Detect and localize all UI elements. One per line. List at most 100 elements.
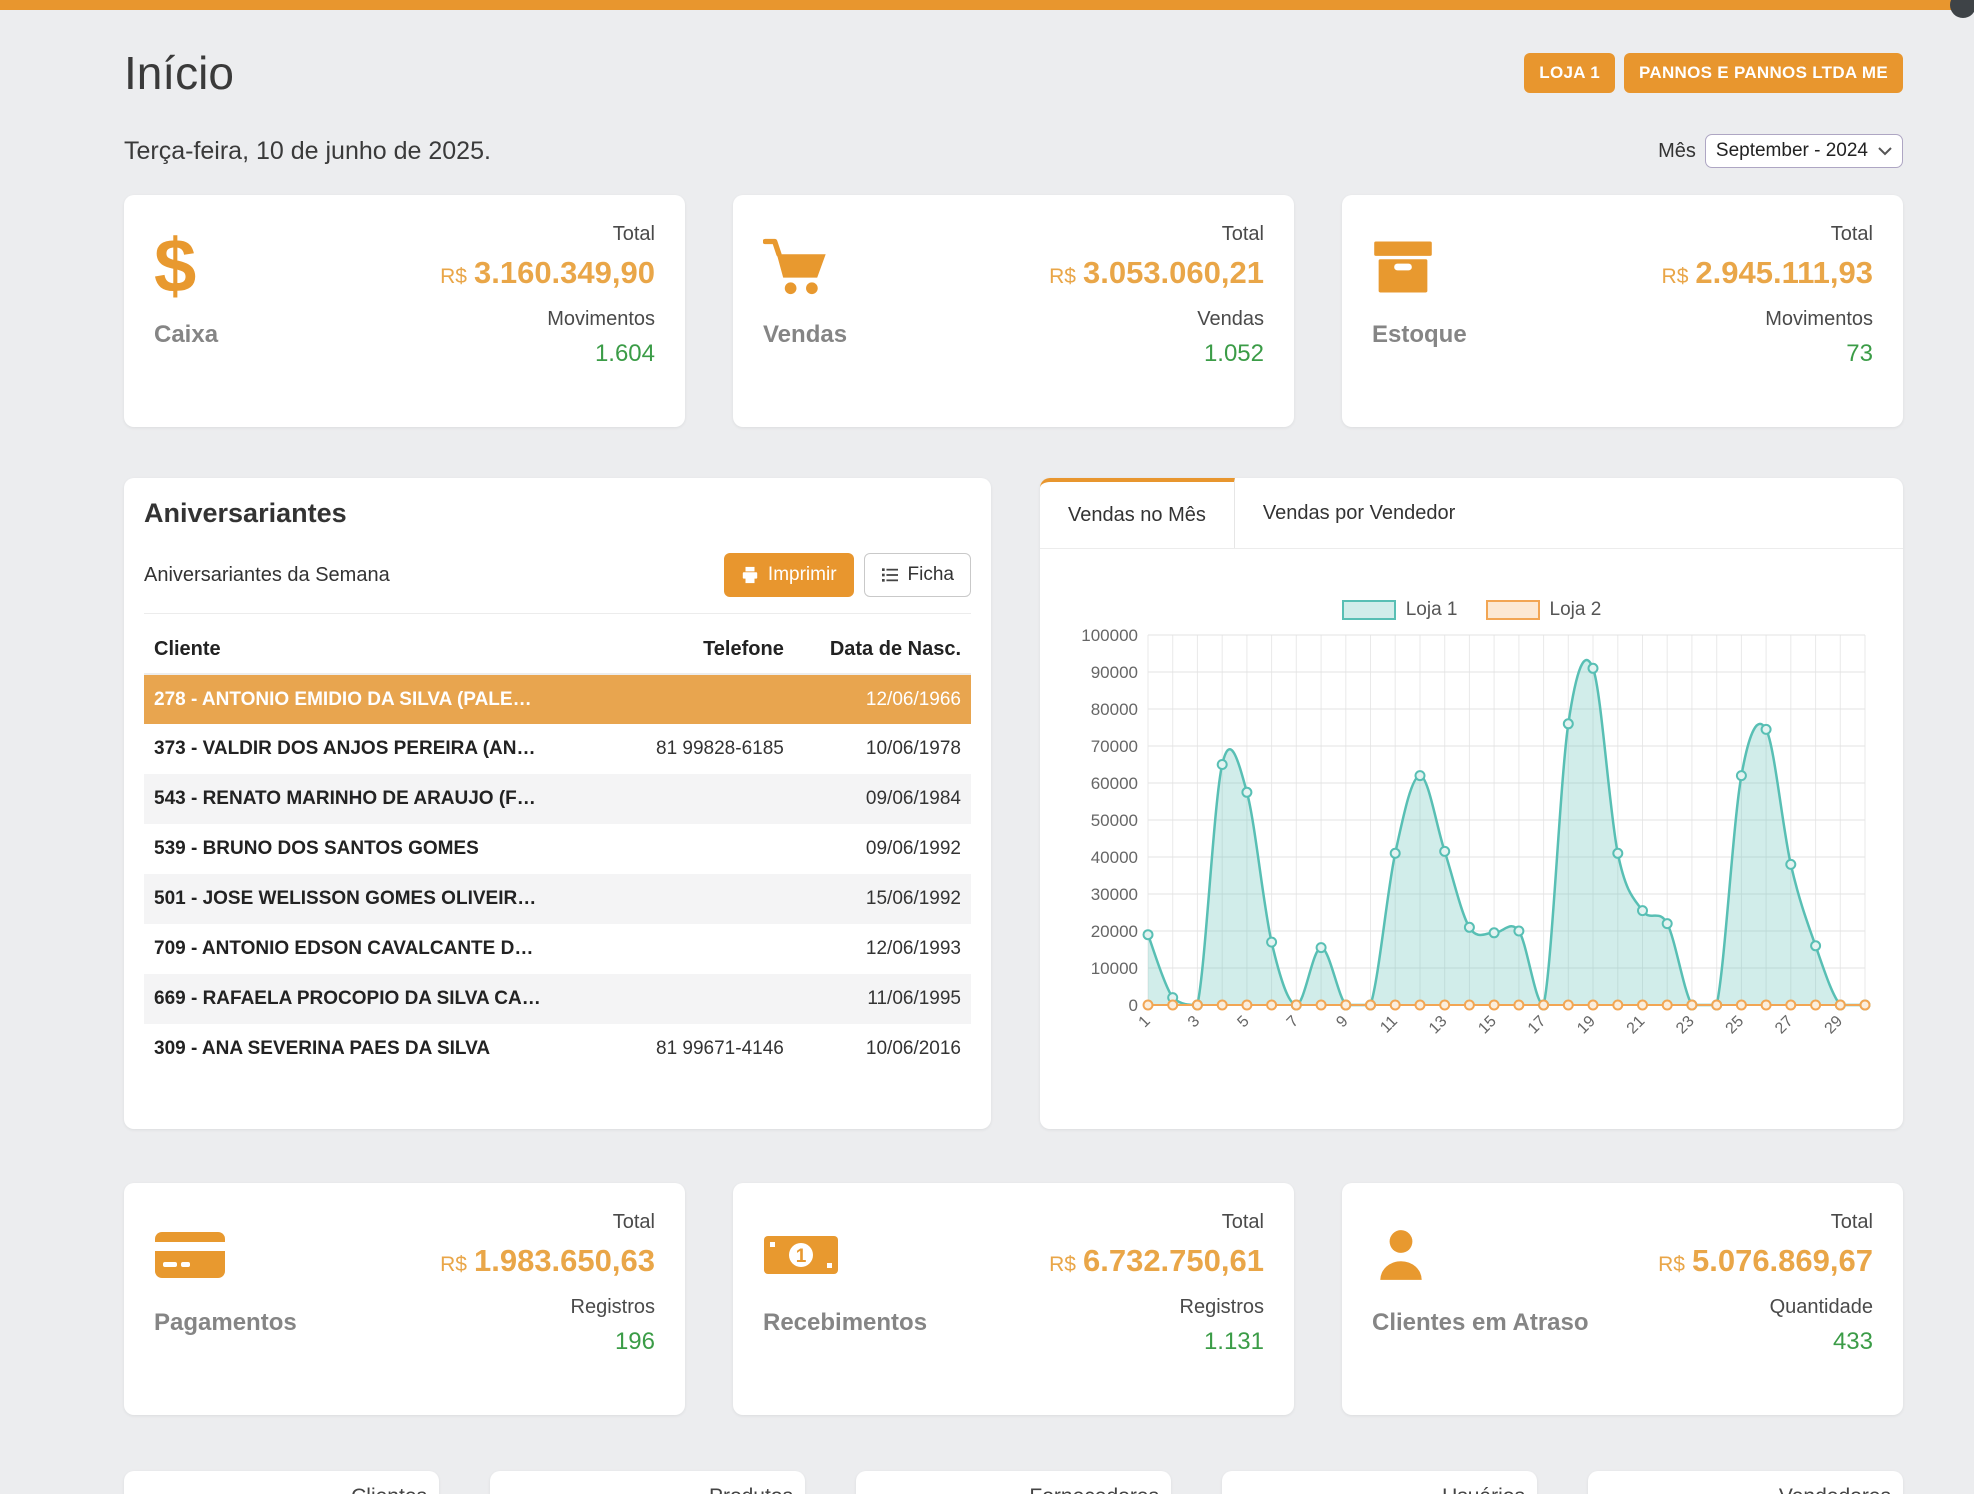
summary-row-bottom: Pagamentos Total R$ 1.983.650,63 Registro…: [124, 1183, 1903, 1415]
table-row[interactable]: 543 - RENATO MARINHO DE ARAUJO (F… 09/06…: [144, 774, 971, 824]
legend-swatch-loja2: [1486, 600, 1540, 620]
column-header-data-nasc: Data de Nasc.: [794, 626, 971, 674]
birthdate-cell: 10/06/1978: [794, 724, 971, 774]
mini-card-clientes: Clientes: [124, 1471, 439, 1494]
table-row[interactable]: 309 - ANA SEVERINA PAES DA SILVA 81 9967…: [144, 1024, 971, 1074]
svg-text:29: 29: [1822, 1013, 1847, 1038]
print-button[interactable]: Imprimir: [724, 553, 854, 597]
svg-text:19: 19: [1574, 1013, 1599, 1038]
svg-text:90000: 90000: [1091, 663, 1138, 682]
total-label: Total: [613, 223, 655, 246]
phone-cell: [621, 874, 794, 924]
client-cell: 278 - ANTONIO EMIDIO DA SILVA (PALE…: [144, 674, 621, 724]
table-row[interactable]: 709 - ANTONIO EDSON CAVALCANTE D… 12/06/…: [144, 924, 971, 974]
record-button[interactable]: Ficha: [864, 553, 971, 597]
phone-cell: [621, 924, 794, 974]
cash-icon: $: [154, 223, 218, 311]
table-row[interactable]: 373 - VALDIR DOS ANJOS PEREIRA (AN… 81 9…: [144, 724, 971, 774]
svg-text:40000: 40000: [1091, 848, 1138, 867]
store-badge[interactable]: LOJA 1: [1524, 53, 1615, 93]
birthdays-table: Cliente Telefone Data de Nasc. 278 - ANT…: [144, 626, 971, 1074]
birthdate-cell: 12/06/1993: [794, 924, 971, 974]
metric-label: Vendas: [1197, 308, 1264, 331]
person-icon: [1372, 1211, 1589, 1299]
client-cell: 539 - BRUNO DOS SANTOS GOMES: [144, 824, 621, 874]
sales-chart: 0100002000030000400005000060000700008000…: [1064, 627, 1879, 1059]
table-row[interactable]: 539 - BRUNO DOS SANTOS GOMES 09/06/1992: [144, 824, 971, 874]
metric-value: 1.604: [595, 340, 655, 368]
stat-card-name: Vendas: [763, 321, 847, 349]
svg-text:13: 13: [1426, 1013, 1451, 1038]
credit-card-icon: [154, 1211, 297, 1299]
svg-text:9: 9: [1333, 1013, 1351, 1031]
metric-label: Registros: [1180, 1296, 1264, 1319]
svg-text:15: 15: [1475, 1013, 1500, 1038]
svg-text:80000: 80000: [1091, 700, 1138, 719]
svg-text:0: 0: [1129, 996, 1138, 1015]
birthdate-cell: 15/06/1992: [794, 874, 971, 924]
stat-card-vendas: Vendas Total R$3.053.060,21 Vendas 1.052: [733, 195, 1294, 427]
mini-card-label: Produtos: [709, 1485, 793, 1494]
birthdays-panel: Aniversariantes Aniversariantes da Seman…: [124, 478, 991, 1129]
client-cell: 501 - JOSE WELISSON GOMES OLIVEIR…: [144, 874, 621, 924]
tab-vendas-por-vendedor[interactable]: Vendas por Vendedor: [1235, 478, 1483, 548]
metric-label: Movimentos: [547, 308, 655, 331]
stat-card-name: Estoque: [1372, 321, 1467, 349]
total-label: Total: [613, 1211, 655, 1234]
client-cell: 669 - RAFAELA PROCOPIO DA SILVA CA…: [144, 974, 621, 1024]
svg-text:1: 1: [1136, 1013, 1154, 1031]
banknote-icon: 1: [763, 1211, 927, 1299]
column-header-telefone: Telefone: [621, 626, 794, 674]
legend-item-loja2[interactable]: Loja 2: [1486, 599, 1602, 621]
svg-text:30000: 30000: [1091, 885, 1138, 904]
month-select[interactable]: September - 2024: [1705, 134, 1903, 168]
total-value: 5.076.869,67: [1692, 1243, 1873, 1279]
svg-text:3: 3: [1185, 1013, 1203, 1031]
svg-text:70000: 70000: [1091, 737, 1138, 756]
printer-icon: [741, 566, 759, 584]
birthdate-cell: 09/06/1992: [794, 824, 971, 874]
month-select-value: September - 2024: [1716, 140, 1868, 162]
legend-label-loja1: Loja 1: [1406, 599, 1458, 621]
svg-text:11: 11: [1377, 1013, 1401, 1037]
table-row[interactable]: 669 - RAFAELA PROCOPIO DA SILVA CA… 11/0…: [144, 974, 971, 1024]
page-title: Início: [124, 46, 234, 100]
total-value: 3.053.060,21: [1083, 255, 1264, 291]
mini-card-label: Clientes: [351, 1485, 427, 1494]
column-header-cliente: Cliente: [144, 626, 621, 674]
tab-vendas-no-mes[interactable]: Vendas no Mês: [1040, 478, 1235, 548]
svg-text:20000: 20000: [1091, 922, 1138, 941]
currency-symbol: R$: [1049, 1253, 1076, 1277]
total-value: 1.983.650,63: [474, 1243, 655, 1279]
birthdate-cell: 11/06/1995: [794, 974, 971, 1024]
client-cell: 709 - ANTONIO EDSON CAVALCANTE D…: [144, 924, 621, 974]
svg-text:10000: 10000: [1091, 959, 1138, 978]
date-line: Terça-feira, 10 de junho de 2025.: [124, 137, 491, 166]
legend-item-loja1[interactable]: Loja 1: [1342, 599, 1458, 621]
stat-card-name: Pagamentos: [154, 1309, 297, 1337]
svg-text:7: 7: [1284, 1013, 1302, 1031]
metric-value: 1.052: [1204, 340, 1264, 368]
svg-text:27: 27: [1772, 1013, 1797, 1038]
page-content: Início LOJA 1 PANNOS E PANNOS LTDA ME Te…: [0, 10, 1974, 1494]
metric-label: Movimentos: [1765, 308, 1873, 331]
table-row[interactable]: 278 - ANTONIO EMIDIO DA SILVA (PALE… 12/…: [144, 674, 971, 724]
birthdays-title: Aniversariantes: [144, 498, 971, 529]
stat-card-pagamentos: Pagamentos Total R$1.983.650,63 Registro…: [124, 1183, 685, 1415]
phone-cell: 81 99828-6185: [621, 724, 794, 774]
metric-value: 1.131: [1204, 1328, 1264, 1356]
legend-swatch-loja1: [1342, 600, 1396, 620]
svg-text:1: 1: [796, 1246, 807, 1267]
birthdays-subtitle: Aniversariantes da Semana: [144, 564, 390, 587]
mini-card-label: Usuários: [1442, 1485, 1525, 1494]
table-row[interactable]: 501 - JOSE WELISSON GOMES OLIVEIR… 15/06…: [144, 874, 971, 924]
stat-card-clientes-em-atraso: Clientes em Atraso Total R$5.076.869,67 …: [1342, 1183, 1903, 1415]
company-badge[interactable]: PANNOS E PANNOS LTDA ME: [1624, 53, 1903, 93]
svg-text:23: 23: [1673, 1013, 1698, 1038]
currency-symbol: R$: [1049, 265, 1076, 289]
total-label: Total: [1831, 1211, 1873, 1234]
top-accent-bar: [0, 0, 1974, 10]
sales-panel: Vendas no Mês Vendas por Vendedor Loja 1…: [1040, 478, 1903, 1129]
box-icon: [1372, 223, 1467, 311]
chart-legend: Loja 1 Loja 2: [1040, 599, 1903, 621]
